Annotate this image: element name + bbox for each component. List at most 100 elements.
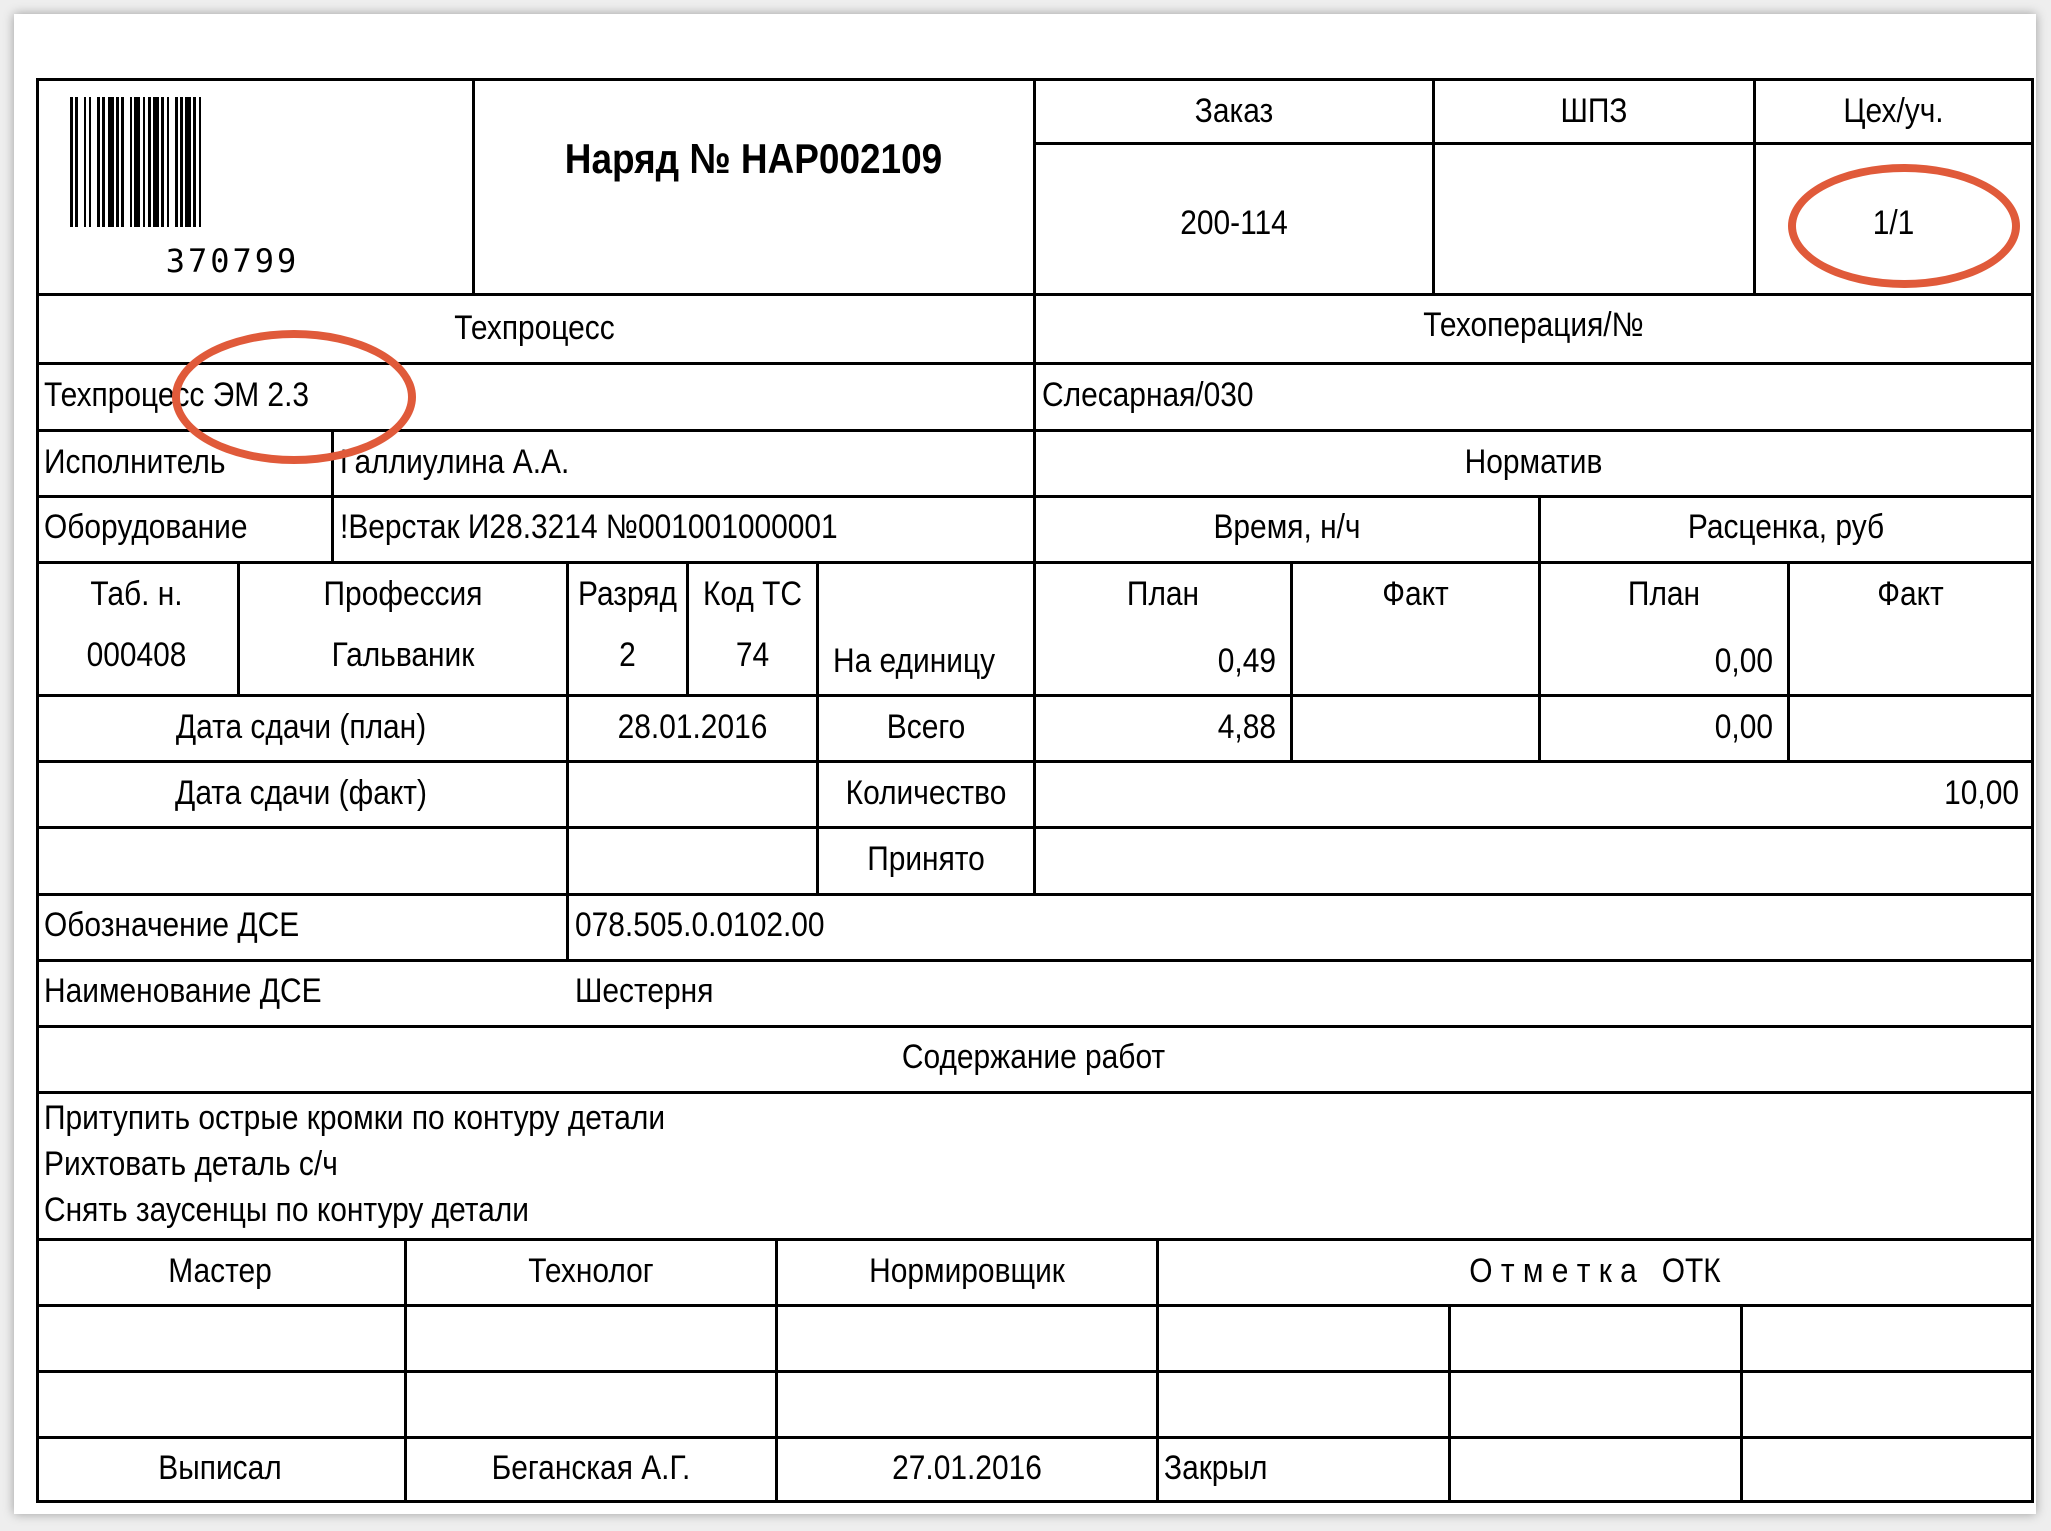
code-label: Код ТС	[702, 575, 803, 613]
barcode-bar	[167, 97, 169, 227]
barcode-bar	[199, 97, 201, 227]
rule-sign-col-3	[1156, 1238, 1159, 1503]
work-order-form: 370799 Наряд № НАР002109 Заказ 200-114 Ш…	[36, 78, 2034, 1503]
part-name-value: Шестерня	[575, 972, 714, 1010]
rule-code-right	[816, 561, 819, 894]
operation-value: Слесарная/030	[1042, 376, 1254, 414]
rule-sign-headers	[36, 1304, 2034, 1307]
master-label: Мастер	[168, 1252, 272, 1290]
rule-name-row	[36, 1025, 2034, 1028]
rule-work-content	[36, 1238, 2034, 1241]
work-line: Рихтовать деталь с/ч	[44, 1145, 338, 1183]
designation-label: Обозначение ДСЕ	[44, 906, 300, 944]
rate-label: Расценка, руб	[1687, 508, 1885, 546]
shpz-label: ШПЗ	[1560, 92, 1628, 130]
highlight-ring-techprocess	[172, 330, 416, 464]
rule-rate-left	[1538, 495, 1541, 761]
date-plan-label: Дата сдачи (план)	[175, 708, 427, 746]
border-bottom	[36, 1500, 2034, 1503]
barcode-bar	[143, 97, 145, 227]
page-title: Наряд № НАР002109	[564, 135, 943, 182]
rule-designation-row	[36, 959, 2034, 962]
issued-label: Выписал	[158, 1449, 282, 1487]
barcode-bar	[148, 97, 151, 227]
rule-order-labels	[1033, 142, 2034, 145]
time-label: Время, н/ч	[1213, 508, 1361, 546]
time-plan-per-unit: 0,49	[1217, 642, 1276, 680]
rule-otk-col-1	[1448, 1304, 1451, 1503]
rule-otk-col-2	[1740, 1304, 1743, 1503]
barcode-bar	[75, 97, 78, 227]
equipment-label: Оборудование	[44, 508, 248, 546]
barcode-bar	[175, 97, 178, 227]
highlight-ring-shop	[1788, 164, 2020, 288]
tab-value: 000408	[86, 636, 187, 674]
issued-date: 27.01.2016	[892, 1449, 1042, 1487]
rule-rate-split	[1787, 561, 1790, 761]
barcode-bar	[180, 97, 183, 227]
designation-value: 078.505.0.0102.00	[575, 906, 825, 944]
barcode-bar	[89, 97, 91, 227]
rule-mid-upper	[1033, 78, 1036, 894]
per-unit-label: На единицу	[833, 642, 996, 680]
document-sheet: 370799 Наряд № НАР002109 Заказ 200-114 Ш…	[14, 14, 2036, 1514]
work-content-title: Содержание работ	[901, 1038, 1166, 1076]
rule-grade-right	[686, 561, 689, 695]
rule-barcode-right	[472, 78, 475, 294]
quantity-label: Количество	[845, 774, 1007, 812]
accepted-label: Принято	[867, 840, 985, 878]
work-line: Притупить острые кромки по контуру детал…	[44, 1099, 666, 1137]
time-plan-total: 4,88	[1217, 708, 1276, 746]
shop-label: Цех/уч.	[1843, 92, 1944, 130]
barcode-bar	[161, 97, 164, 227]
grade-label: Разряд	[578, 575, 677, 613]
date-plan-value: 28.01.2016	[617, 708, 768, 746]
code-value: 74	[735, 636, 770, 674]
rate-plan-label: План	[1627, 575, 1701, 613]
barcode-bar	[97, 97, 100, 227]
profession-label: Профессия	[323, 575, 483, 613]
executor-value: Галлиулина А.А.	[340, 443, 570, 481]
barcode-bar	[130, 97, 132, 227]
rule-order-right	[1432, 78, 1435, 294]
rate-plan-total: 0,00	[1714, 708, 1773, 746]
rate-fact-label: Факт	[1877, 575, 1944, 613]
rate-plan-per-unit: 0,00	[1714, 642, 1773, 680]
border-left	[36, 78, 39, 1503]
barcode-bar	[84, 97, 86, 227]
rule-tab-right	[237, 561, 240, 695]
barcode-bar	[193, 97, 196, 227]
total-label: Всего	[886, 708, 966, 746]
barcode-bar	[116, 97, 119, 227]
norm-title: Норматив	[1464, 443, 1603, 481]
work-line: Снять заусенцы по контуру детали	[44, 1191, 529, 1229]
date-fact-label: Дата сдачи (факт)	[175, 774, 427, 812]
closed-label: Закрыл	[1164, 1449, 1268, 1487]
equipment-value: !Верстак И28.3214 №001001000001	[340, 508, 838, 546]
barcode-bar	[134, 97, 140, 227]
border-right	[2031, 78, 2034, 1503]
quantity-value: 10,00	[1944, 774, 2019, 812]
rule-profession-right	[566, 561, 569, 960]
part-name-label: Наименование ДСЕ	[44, 972, 322, 1010]
barcode-bar	[108, 97, 114, 227]
barcode-bar	[70, 97, 73, 227]
barcode	[70, 97, 395, 232]
rule-sign-col-2	[775, 1238, 778, 1503]
issued-by: Беганская А.Г.	[491, 1449, 691, 1487]
rule-time-split	[1290, 561, 1293, 761]
order-value: 200-114	[1180, 204, 1288, 242]
barcode-image	[70, 97, 201, 227]
rule-work-title	[36, 1091, 2034, 1094]
executor-label: Исполнитель	[44, 443, 226, 481]
operation-header: Техоперация/№	[1423, 306, 1644, 344]
barcode-bar	[121, 97, 124, 227]
time-plan-label: План	[1126, 575, 1200, 613]
rule-sign-row-2	[36, 1436, 2034, 1439]
barcode-number: 370799	[165, 242, 300, 280]
rule-shpz-right	[1753, 78, 1756, 294]
barcode-bar	[153, 97, 159, 227]
time-fact-label: Факт	[1382, 575, 1449, 613]
grade-value: 2	[619, 636, 636, 674]
tab-label: Таб. н.	[90, 575, 183, 613]
